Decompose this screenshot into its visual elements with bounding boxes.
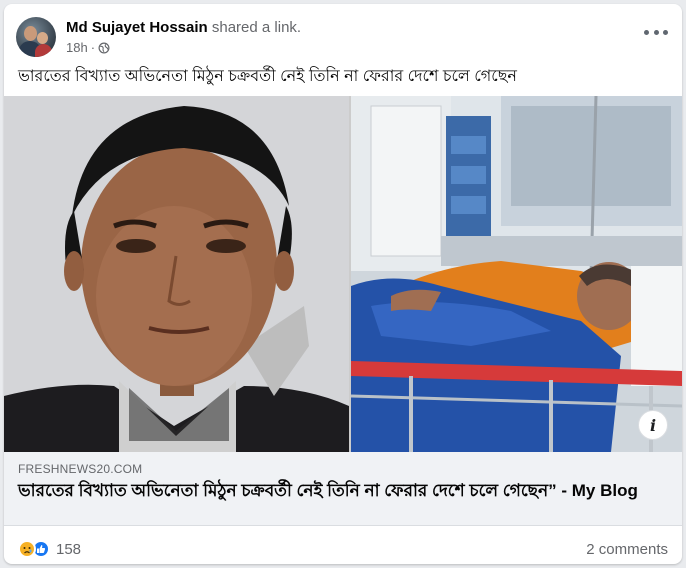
post-action-text: shared a link. xyxy=(211,19,302,36)
comments-count[interactable]: 2 comments xyxy=(586,541,668,558)
globe-icon xyxy=(98,42,110,53)
post-card: Md Sujayet Hossain shared a link. 18h · … xyxy=(4,4,682,564)
hospital-photo: i xyxy=(351,96,682,452)
post-footer: 158 2 comments xyxy=(4,534,682,564)
more-options-icon[interactable] xyxy=(644,24,668,40)
reaction-icons[interactable] xyxy=(18,540,50,558)
portrait-photo xyxy=(4,96,349,452)
author-name[interactable]: Md Sujayet Hossain xyxy=(66,19,208,36)
reaction-count[interactable]: 158 xyxy=(56,541,81,558)
post-time-line: 18h · xyxy=(66,39,301,56)
info-icon[interactable]: i xyxy=(638,410,668,440)
post-meta: Md Sujayet Hossain shared a link. 18h · xyxy=(66,18,301,56)
author-line: Md Sujayet Hossain shared a link. xyxy=(66,18,301,37)
author-avatar[interactable] xyxy=(16,17,56,57)
link-domain: FRESHNEWS20.COM xyxy=(18,462,143,476)
link-preview-image[interactable]: i xyxy=(4,96,682,452)
sad-reaction-icon xyxy=(18,540,36,558)
post-timestamp[interactable]: 18h xyxy=(66,39,88,56)
link-preview-box[interactable]: FRESHNEWS20.COM ভারতের বিখ্যাত অভিনেতা ম… xyxy=(4,452,682,526)
link-title[interactable]: ভারতের বিখ্যাত অভিনেতা মিঠুন চক্রবর্তী ন… xyxy=(18,480,668,501)
post-header: Md Sujayet Hossain shared a link. 18h · xyxy=(16,15,301,59)
post-caption: ভারতের বিখ্যাত অভিনেতা মিঠুন চক্রবর্তী ন… xyxy=(18,68,517,85)
